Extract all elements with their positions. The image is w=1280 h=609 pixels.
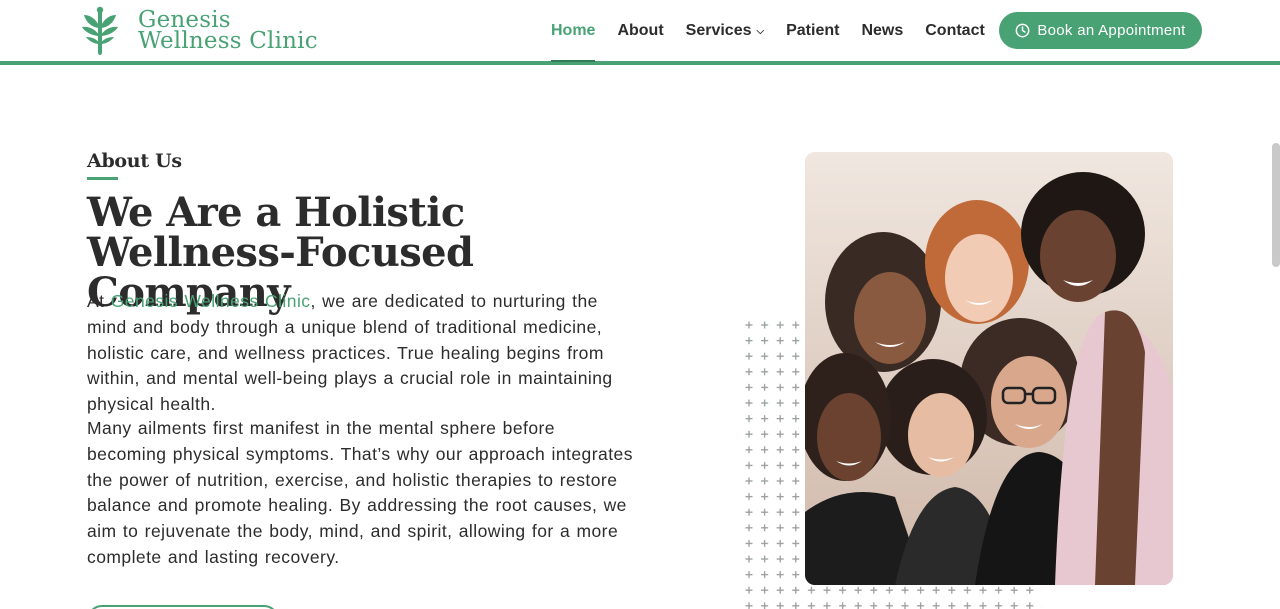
group-women-photo: [805, 152, 1173, 585]
intro-prefix: At: [87, 291, 111, 311]
learn-more-button[interactable]: [87, 605, 279, 609]
section-eyebrow: About Us: [87, 150, 182, 172]
site-header: Genesis Wellness Clinic Home About Servi…: [0, 0, 1280, 65]
book-appointment-button[interactable]: Book an Appointment: [999, 12, 1202, 49]
page-scrollbar[interactable]: [1272, 143, 1280, 267]
main-nav: Home About Services ⌵ Patient News Contac…: [540, 0, 996, 62]
intro-paragraph: At Genesis Wellness Clinic, we are dedic…: [87, 289, 635, 418]
nav-about[interactable]: About: [617, 0, 663, 61]
nav-news[interactable]: News: [861, 0, 903, 61]
logo-mark-icon: [82, 6, 118, 55]
logo-text: Genesis Wellness Clinic: [138, 9, 318, 54]
nav-patient-label: Patient: [786, 22, 840, 39]
logo[interactable]: Genesis Wellness Clinic: [80, 6, 318, 56]
nav-services[interactable]: Services ⌵: [686, 0, 764, 61]
nav-services-label: Services: [685, 22, 752, 39]
body-paragraph: Many ailments first manifest in the ment…: [87, 418, 633, 567]
logo-line2: Wellness Clinic: [138, 28, 318, 54]
nav-about-label: About: [617, 22, 664, 39]
clock-icon: [1015, 23, 1030, 38]
nav-home[interactable]: Home: [551, 0, 596, 62]
nav-home-label: Home: [551, 22, 596, 39]
team-photo: [805, 152, 1173, 585]
nav-patient[interactable]: Patient: [786, 0, 839, 61]
clinic-link[interactable]: Genesis Wellness Clinic: [111, 291, 311, 311]
nav-news-label: News: [861, 22, 904, 39]
chevron-down-icon: ⌵: [756, 26, 765, 37]
eyebrow-underline: [87, 177, 118, 180]
book-appointment-label: Book an Appointment: [1037, 22, 1186, 39]
nav-contact-label: Contact: [925, 22, 985, 39]
nav-contact[interactable]: Contact: [925, 0, 985, 61]
